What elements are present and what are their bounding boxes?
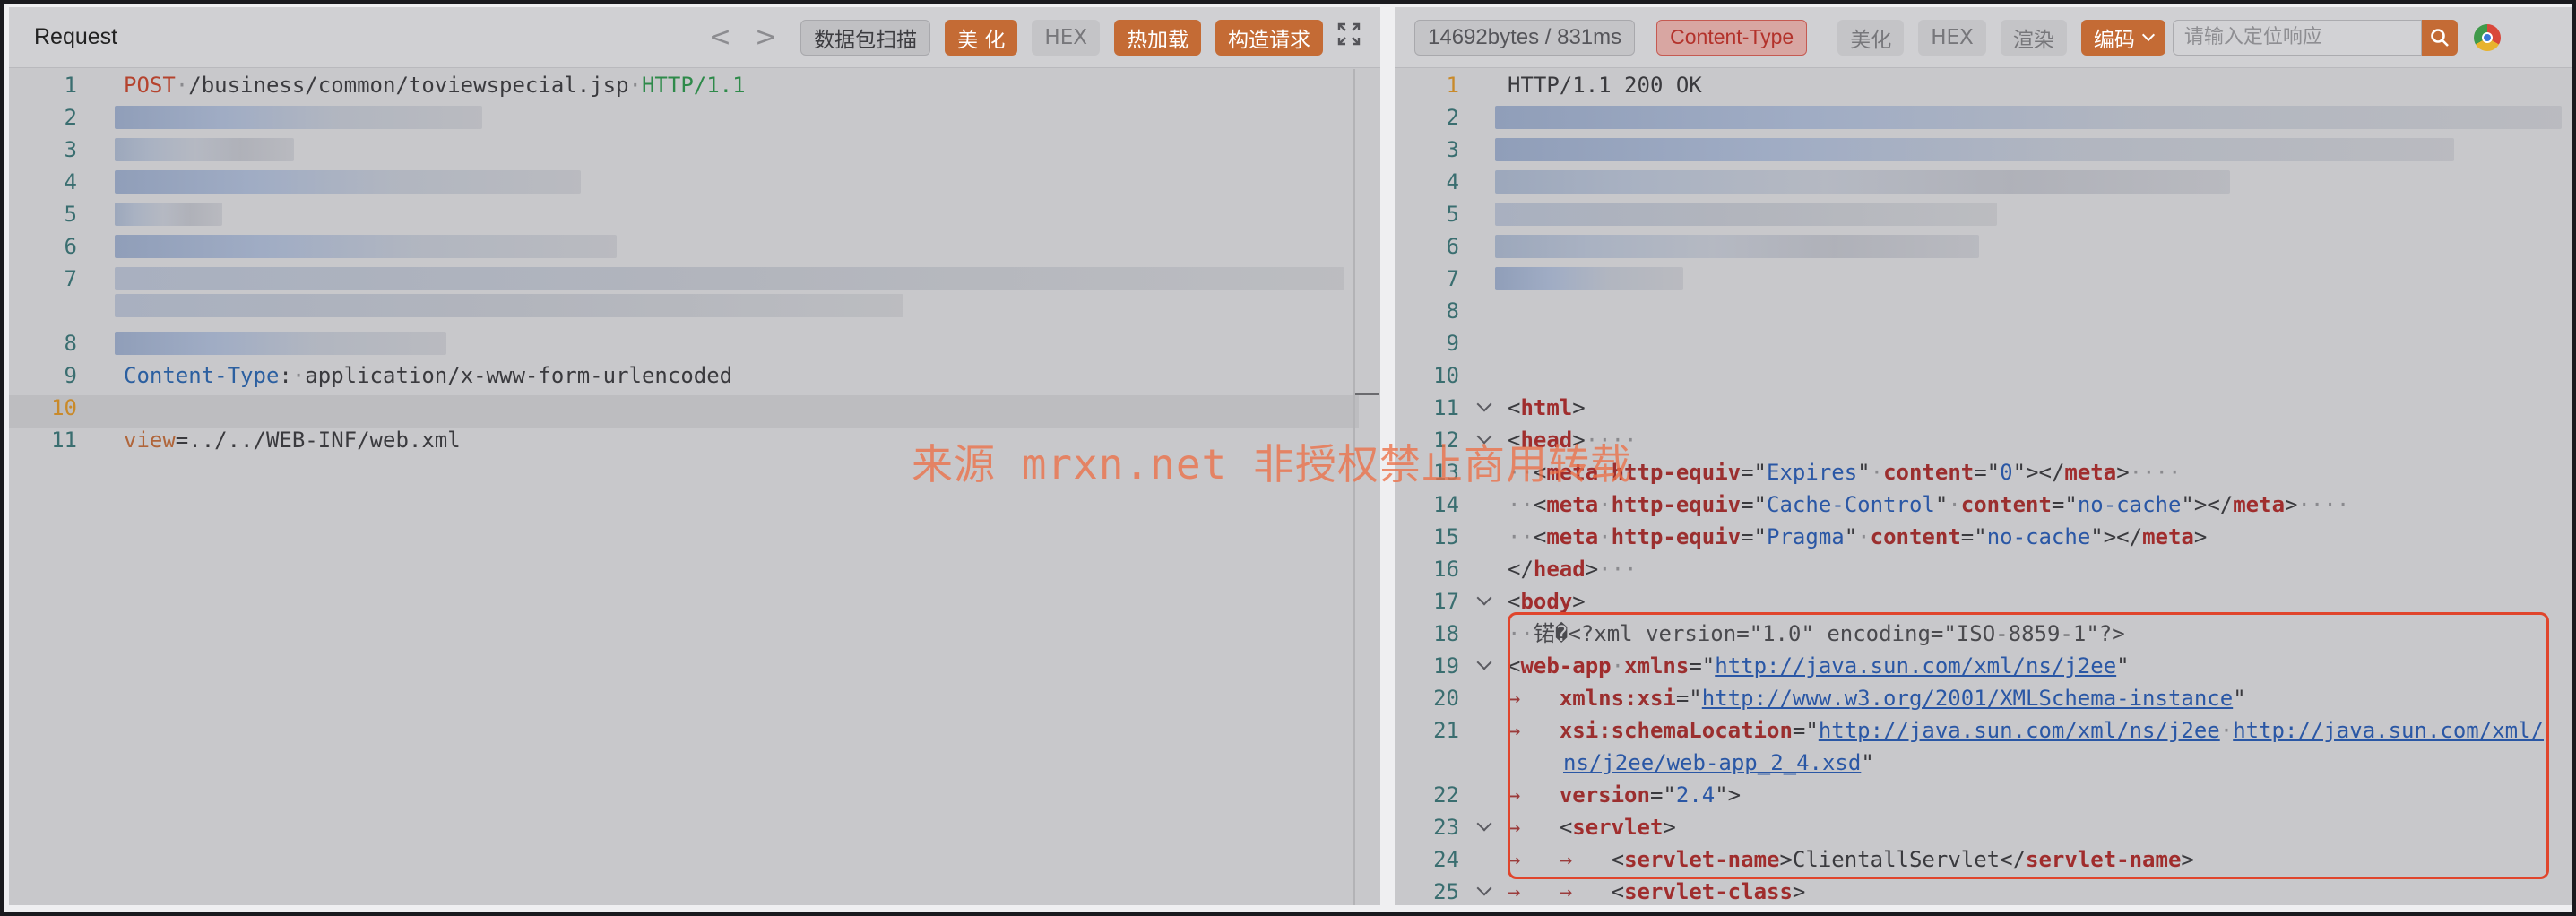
chevron-right-icon[interactable]: > xyxy=(755,23,777,51)
redacted-text xyxy=(1495,170,2230,194)
request-beautify-button[interactable]: 美 化 xyxy=(945,19,1018,56)
packet-scan-button[interactable]: 数据包扫描 xyxy=(800,19,931,56)
hotload-button[interactable]: 热加载 xyxy=(1114,19,1201,56)
fold-chevron-icon[interactable] xyxy=(1477,811,1490,843)
code-line: 1 POST·/business/common/toviewspecial.js… xyxy=(64,73,746,98)
app-window: Request < > 数据包扫描 美 化 HEX 热加载 构造请求 1 POS… xyxy=(0,0,2576,916)
request-toolbar: Request < > 数据包扫描 美 化 HEX 热加载 构造请求 xyxy=(9,7,1380,68)
code-line: 25 → → <servlet-class> xyxy=(1395,876,2572,905)
request-hex-button[interactable]: HEX xyxy=(1032,19,1100,56)
redacted-text xyxy=(115,138,294,161)
redacted-text xyxy=(115,203,222,226)
code-line: 14 ··<meta·http-equiv="Cache-Control"·co… xyxy=(1433,492,2350,517)
watermark-text: 来源 mrxn.net 非授权禁止商用转载 xyxy=(912,440,1632,488)
code-line: 15 ··<meta·http-equiv="Pragma"·content="… xyxy=(1433,524,2208,549)
content-type-button[interactable]: Content-Type xyxy=(1656,19,1808,56)
fold-chevron-icon[interactable] xyxy=(1477,650,1490,682)
code-line: 16 </head>··· xyxy=(1433,557,1638,582)
response-hex-button[interactable]: HEX xyxy=(1918,19,1986,56)
build-request-button[interactable]: 构造请求 xyxy=(1215,19,1323,56)
redacted-text xyxy=(1495,138,2454,161)
minimap-marker xyxy=(1355,393,1379,395)
redacted-text xyxy=(115,235,617,258)
redacted-text xyxy=(1495,106,2562,129)
response-beautify-button[interactable]: 美化 xyxy=(1837,19,1905,56)
expand-icon[interactable] xyxy=(1337,22,1361,52)
encode-dropdown[interactable]: 编码 xyxy=(2080,19,2165,56)
redacted-text xyxy=(115,267,1344,290)
redacted-text xyxy=(1495,203,1997,226)
code-line: 10 xyxy=(51,395,77,420)
code-line: 9 xyxy=(1446,331,1459,356)
response-toolbar: 14692bytes / 831ms Content-Type 美化 HEX 渲… xyxy=(1395,7,2572,68)
chevron-left-icon[interactable]: < xyxy=(709,23,731,51)
code-line: 10 xyxy=(1433,363,1459,388)
code-line: 1 HTTP/1.1 200 OK xyxy=(1446,73,1702,98)
chevron-down-icon xyxy=(2141,28,2155,41)
render-button[interactable]: 渲染 xyxy=(2000,19,2067,56)
redacted-text xyxy=(115,170,581,194)
fold-chevron-icon[interactable] xyxy=(1477,585,1490,618)
search-icon xyxy=(2431,28,2449,47)
redacted-text xyxy=(115,106,482,129)
redacted-text xyxy=(1495,267,1683,290)
fold-chevron-icon[interactable] xyxy=(1477,876,1490,905)
search-button[interactable] xyxy=(2421,19,2458,56)
redacted-text xyxy=(115,332,446,355)
redacted-text xyxy=(1495,235,1979,258)
fold-chevron-icon[interactable] xyxy=(1477,392,1490,424)
response-stats: 14692bytes / 831ms xyxy=(1414,19,1636,56)
request-title: Request xyxy=(34,24,118,49)
highlight-box xyxy=(1508,612,2549,879)
locate-response-input[interactable] xyxy=(2172,19,2422,56)
code-line: 9 Content-Type:·application/x-www-form-u… xyxy=(64,363,733,388)
code-line: 8 xyxy=(1446,298,1459,324)
code-line: 11 <html> xyxy=(1395,392,2572,424)
redacted-text xyxy=(115,294,903,317)
browser-icon[interactable] xyxy=(2473,23,2501,51)
